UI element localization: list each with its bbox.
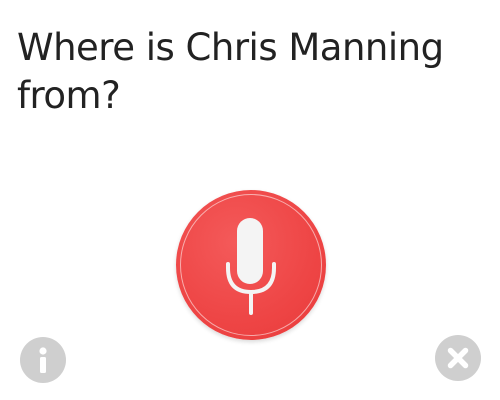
info-button[interactable] (20, 337, 66, 383)
microphone-icon (226, 218, 276, 315)
info-icon (39, 347, 47, 373)
close-icon (447, 347, 469, 369)
spoken-query-text: Where is Chris Manning from? (17, 26, 444, 117)
close-button[interactable] (435, 335, 481, 381)
microphone-button[interactable] (176, 190, 326, 340)
voice-search-screen: Where is Chris Manning from? (0, 0, 500, 400)
